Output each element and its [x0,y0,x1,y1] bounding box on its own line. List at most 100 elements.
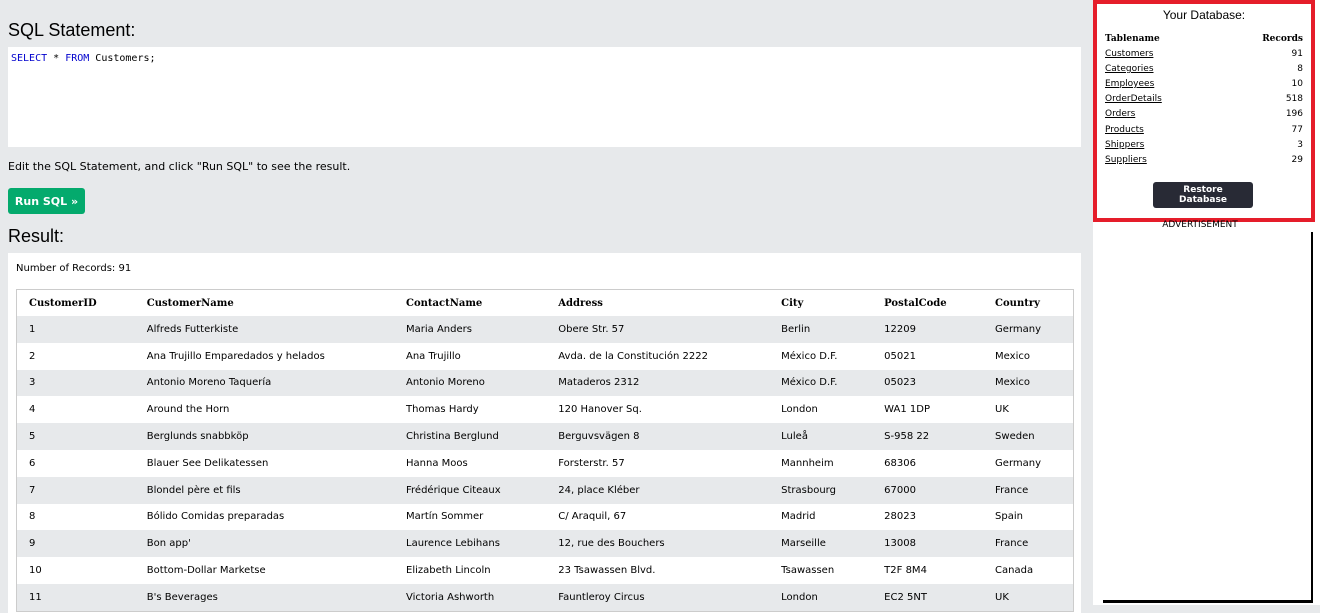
records-header: Records [1262,34,1303,44]
advertisement-frame-bottom [1103,600,1313,603]
column-header-address: Address [558,297,603,309]
sql-statement-heading: SQL Statement: [8,20,136,40]
column-header-customername: CustomerName [146,297,234,309]
cell-city: Madrid [781,511,816,523]
keyword-select: SELECT [11,53,48,64]
cell-customerid: 3 [29,377,36,389]
record-count-cell: 10 [1291,78,1303,89]
table-name: Customers; [89,53,156,64]
cell-contactname: Frédérique Citeaux [406,484,501,496]
restore-database-button[interactable]: Restore Database [1153,182,1253,208]
tablename-header: Tablename [1105,34,1160,44]
cell-country: Germany [995,323,1042,335]
cell-postalcode: EC2 5NT [884,591,927,603]
cell-contactname: Laurence Lebihans [406,538,500,550]
cell-address: 12, rue des Bouchers [558,538,665,550]
result-table: CustomerID CustomerName ContactName Address… [16,289,1074,612]
cell-customerid: 1 [29,323,36,335]
cell-country: France [995,538,1029,550]
cell-address: C/ Araquil, 67 [558,511,627,523]
cell-postalcode: 68306 [884,457,916,469]
cell-country: France [995,484,1029,496]
cell-customername: Around the Horn [146,404,230,416]
cell-city: Marseille [781,538,826,550]
table-link-cell: Shippers [1105,137,1220,152]
cell-address: 120 Hanover Sq. [558,404,642,416]
cell-postalcode: 12209 [884,323,916,335]
record-count-cell: 8 [1297,63,1303,74]
database-table-row: Employees 10 [1105,76,1303,91]
cell-country: UK [995,591,1009,603]
table-link-cell: Customers [1105,46,1220,61]
table-link-suppliers[interactable]: Suppliers [1105,155,1147,165]
cell-contactname: Maria Anders [406,323,472,335]
sql-editor[interactable]: SELECT * FROM Customers; [8,47,1081,147]
cell-customername: Antonio Moreno Taquería [146,377,272,389]
database-table-row: Products 77 [1105,122,1303,137]
column-header-contactname: ContactName [406,297,483,309]
cell-postalcode: 67000 [884,484,916,496]
table-link-employees[interactable]: Employees [1105,79,1154,89]
database-sidebar: Your Database: Tablename Records Custome… [1093,0,1320,605]
cell-contactname: Antonio Moreno [406,377,485,389]
result-header-row: CustomerID CustomerName ContactName Address… [17,290,1074,317]
table-link-cell: Products [1105,122,1220,137]
column-header-customerid: CustomerID [29,297,97,309]
cell-contactname: Christina Berglund [406,431,499,443]
table-link-cell: Categories [1105,61,1220,76]
cell-contactname: Hanna Moos [406,457,468,469]
cell-customername: Bottom-Dollar Marketse [146,565,266,577]
cell-city: Berlin [781,323,811,335]
cell-customername: B's Beverages [146,591,218,603]
table-link-cell: Employees [1105,76,1220,91]
table-row: 2 Ana Trujillo Emparedados y helados Ana T… [17,343,1074,370]
database-table-row: Suppliers 29 [1105,152,1303,167]
database-table-list: Tablename Records Customers 91 Categories 8… [1105,32,1303,168]
cell-postalcode: 05023 [884,377,916,389]
cell-address: Mataderos 2312 [558,377,640,389]
table-link-shippers[interactable]: Shippers [1105,140,1144,150]
cell-customerid: 2 [29,350,36,362]
your-database-box: Your Database: Tablename Records Custome… [1093,0,1315,222]
table-link-categories[interactable]: Categories [1105,64,1154,74]
cell-postalcode: 05021 [884,350,916,362]
table-link-customers[interactable]: Customers [1105,49,1153,59]
cell-city: London [781,591,818,603]
table-row: 4 Around the Horn Thomas Hardy 120 Hanover … [17,396,1074,423]
advertisement-label: ADVERTISEMENT [1162,220,1238,229]
table-row: 7 Blondel père et fils Frédérique Citeaux 2… [16,476,1074,504]
record-count-cell: 91 [1291,48,1303,59]
result-panel: Number of Records: 91 CustomerID Customer… [8,253,1081,613]
column-header-country: Country [995,297,1040,309]
cell-customerid: 8 [29,511,36,523]
database-table-row: OrderDetails 518 [1105,92,1303,107]
cell-postalcode: S-958 22 [884,431,930,443]
cell-address: Avda. de la Constitución 2222 [558,350,709,362]
cell-customername: Blondel père et fils [146,484,241,496]
result-heading: Result: [8,226,65,246]
table-row: 11 B's Beverages Victoria Ashworth Fauntler… [16,583,1074,612]
cell-country: Spain [995,511,1023,523]
run-sql-button[interactable]: Run SQL » [8,188,85,214]
table-link-orders[interactable]: Orders [1105,109,1135,119]
database-table-row: Shippers 3 [1105,137,1303,152]
cell-contactname: Ana Trujillo [406,350,461,362]
cell-customerid: 9 [29,538,36,550]
table-link-products[interactable]: Products [1105,125,1144,135]
record-count-cell: 3 [1297,139,1303,150]
table-row: 3 Antonio Moreno Taquería Antonio Moreno Ma… [16,369,1074,397]
table-row: 9 Bon app' Laurence Lebihans 12, rue des Bo… [16,530,1074,558]
table-row: 6 Blauer See Delikatessen Hanna Moos Forste… [17,450,1074,477]
table-link-orderdetails[interactable]: OrderDetails [1105,94,1162,104]
cell-contactname: Martín Sommer [406,511,484,523]
cell-contactname: Victoria Ashworth [406,591,495,603]
cell-city: Mannheim [781,457,834,469]
cell-postalcode: 28023 [884,511,916,523]
advertisement-frame [1101,232,1313,602]
cell-customerid: 6 [29,457,36,469]
table-row: 8 Bólido Comidas preparadas Martín Sommer C… [17,504,1074,531]
cell-customerid: 5 [29,431,36,443]
cell-customername: Ana Trujillo Emparedados y helados [146,350,325,362]
cell-address: Forsterstr. 57 [558,457,625,469]
database-table-row: Customers 91 [1105,46,1303,61]
